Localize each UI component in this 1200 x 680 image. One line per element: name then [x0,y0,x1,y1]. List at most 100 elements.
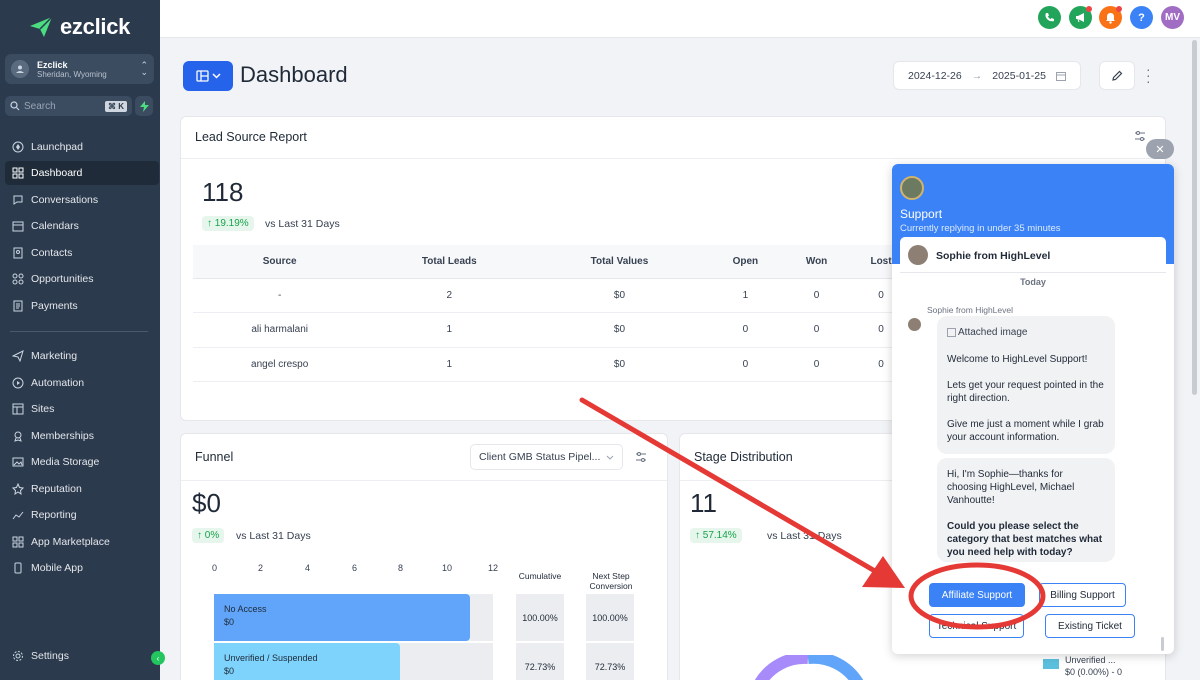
sidebar-item-reporting[interactable]: Reporting [5,503,159,527]
sidebar-item-payments[interactable]: Payments [5,294,159,318]
page-title: Dashboard [240,62,348,87]
phone-button[interactable] [1038,6,1061,29]
next-step-cell: 100.00% [586,594,634,641]
column-header[interactable]: Source [193,245,367,279]
edit-dashboard-button[interactable] [1099,61,1135,90]
sidebar-item-reputation[interactable]: Reputation [5,477,159,501]
agent-avatar [908,245,928,265]
funnel-stage-name: No Access [224,604,267,614]
table-cell: 1 [706,278,785,313]
search-input[interactable] [24,100,105,112]
table-header-row: Source Total Leads Total Values Open Won… [193,245,913,279]
option-existing-ticket-button[interactable]: Existing Ticket [1045,614,1135,638]
table-cell: - [193,278,367,313]
sidebar-item-contacts[interactable]: Contacts [5,241,159,265]
sidebar-item-label: Contacts [31,247,73,259]
help-button[interactable]: ? [1130,6,1153,29]
sidebar-item-label: Mobile App [31,562,83,574]
account-icon [11,60,29,78]
message-bubble: Hi, I'm Sophie—thanks for choosing HighL… [937,458,1115,562]
layout-icon [195,70,209,82]
column-header[interactable]: Won [784,245,850,279]
donut-segment[interactable] [807,655,864,680]
sidebar-item-app-marketplace[interactable]: App Marketplace [5,530,159,554]
chevron-down-icon [211,73,221,79]
mobile-icon [14,562,22,574]
column-header[interactable]: Open [706,245,785,279]
paper-plane-icon [30,16,53,37]
attached-image[interactable]: Attached image [947,326,1105,339]
sidebar-item-mobile-app[interactable]: Mobile App [5,556,159,580]
megaphone-icon [1075,13,1084,23]
notifications-button[interactable] [1099,6,1122,29]
search-icon [10,101,20,111]
column-header[interactable]: Total Leads [366,245,533,279]
pipeline-selected-value: Client GMB Status Pipel... [479,451,601,463]
sender-avatar [908,318,921,331]
pipeline-select[interactable]: Client GMB Status Pipel... [470,444,623,470]
message-sender: Sophie from HighLevel [927,305,1013,315]
table-cell: 0 [706,347,785,382]
funnel-bar-no-access[interactable]: No Access $0 [214,594,470,641]
message-text: Welcome to HighLevel Support! [947,354,1088,365]
calendar-icon [12,221,24,232]
table-cell: ali harmalani [193,312,367,348]
chat-close-button[interactable]: ✕ [1146,139,1174,159]
lead-source-table: Source Total Leads Total Values Open Won… [193,245,913,382]
sidebar-item-label: Payments [31,300,78,312]
collapse-sidebar-button[interactable]: ‹ [151,651,165,665]
table-row[interactable]: - 2 $0 1 0 0 [193,278,913,313]
stage-change-badge: ↑ 57.14% [690,528,742,543]
message-text: Could you please select the category tha… [947,521,1103,558]
contacts-icon [13,247,23,259]
sidebar-item-launchpad[interactable]: Launchpad [5,135,159,159]
sidebar-item-settings[interactable]: Settings [5,644,159,668]
axis-tick: 8 [398,563,404,573]
next-step-header: Next Step Conversion [589,571,633,591]
sidebar-item-media-storage[interactable]: Media Storage [5,450,159,474]
brand-logo[interactable]: ezclick [28,14,130,40]
option-affiliate-support-button[interactable]: Affiliate Support [929,583,1025,607]
page-scrollbar[interactable] [1192,40,1197,395]
sidebar-item-calendars[interactable]: Calendars [5,214,159,238]
sidebar-item-automation[interactable]: Automation [5,371,159,395]
star-icon [12,483,24,495]
table-row[interactable]: angel crespo 1 $0 0 0 0 [193,347,913,382]
quick-action-button[interactable] [135,96,153,116]
stage-distribution-title: Stage Distribution [694,450,793,464]
search-box[interactable]: ⌘ K [5,96,132,116]
sidebar-item-conversations[interactable]: Conversations [5,188,159,212]
table-cell: 0 [784,347,850,382]
chat-scrollbar[interactable] [1161,637,1164,651]
opportunities-icon [12,273,24,285]
announcements-button[interactable] [1069,6,1092,29]
more-options-icon[interactable]: · · · [1146,62,1151,88]
option-technical-support-button[interactable]: Technical Support [929,614,1024,638]
sidebar-item-opportunities[interactable]: Opportunities [5,267,159,291]
settings-sliders-icon[interactable] [1134,130,1146,142]
sidebar-item-sites[interactable]: Sites [5,397,159,421]
notification-dot [1116,6,1122,12]
bell-icon [1106,12,1115,24]
table-cell: 2 [366,278,533,313]
settings-sliders-icon[interactable] [635,451,647,463]
sidebar-item-label: Media Storage [31,456,100,468]
donut-chart[interactable] [750,655,870,680]
account-switcher[interactable]: Ezclick Sheridan, Wyoming ⌃ ⌄ [5,54,154,84]
sidebar-item-memberships[interactable]: Memberships [5,424,159,448]
table-row[interactable]: ali harmalani 1 $0 0 0 0 [193,312,913,348]
sidebar-item-marketing[interactable]: Marketing [5,344,159,368]
funnel-bar-unverified[interactable]: Unverified / Suspended $0 [214,643,400,680]
pencil-icon [1112,70,1123,81]
column-header[interactable]: Total Values [532,245,707,279]
option-billing-support-button[interactable]: Billing Support [1039,583,1126,607]
sidebar-item-label: Reputation [31,483,82,495]
dashboard-switcher-button[interactable] [183,61,233,91]
date-range-picker[interactable]: 2024-12-26 → 2025-01-25 [893,61,1081,90]
user-avatar[interactable]: MV [1161,6,1184,29]
next-step-cell: 72.73% [586,643,634,680]
chevron-down-icon [606,455,614,460]
donut-segment[interactable] [754,655,809,680]
sidebar-item-dashboard[interactable]: Dashboard [5,161,159,185]
funnel-title: Funnel [195,450,234,464]
